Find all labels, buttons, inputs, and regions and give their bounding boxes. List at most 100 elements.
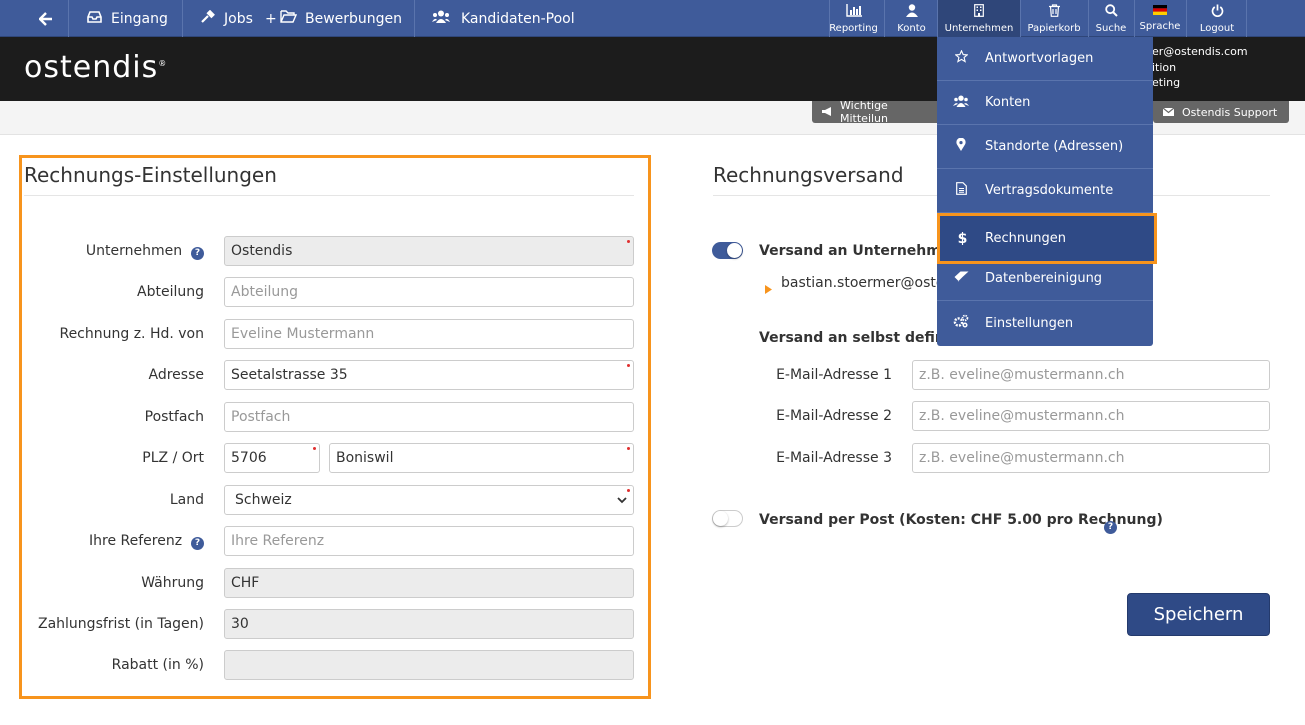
nav-logout[interactable]: Logout — [1193, 0, 1241, 37]
user-icon — [905, 3, 918, 20]
menu-item-label: Vertragsdokumente — [985, 183, 1114, 198]
unternehmen-field[interactable]: Ostendis — [224, 236, 634, 266]
help-icon[interactable]: ? — [1104, 514, 1117, 534]
plz-field[interactable]: 5706 — [224, 443, 320, 473]
search-icon — [1104, 3, 1118, 20]
folder-icon — [280, 10, 298, 27]
ihre-referenz-field[interactable]: Ihre Referenz — [224, 526, 634, 556]
plz-ort-label: PLZ / Ort — [142, 450, 204, 466]
user-info: er@ostendis.com ition eting — [1152, 44, 1248, 91]
required-marker — [627, 364, 630, 367]
nav-kandidaten-pool-label: Kandidaten-Pool — [461, 10, 575, 27]
menu-item-antwortvorlagen[interactable]: Antwortvorlagen — [937, 37, 1153, 81]
abteilung-field[interactable]: Abteilung — [224, 277, 634, 307]
menu-item-label: Konten — [985, 95, 1031, 110]
adresse-field[interactable]: Seetalstrasse 35 — [224, 360, 634, 390]
menu-item-label: Antwortvorlagen — [985, 51, 1094, 66]
ort-field[interactable]: Boniswil — [329, 443, 634, 473]
ostendis-support-button[interactable]: Ostendis Support — [1153, 101, 1289, 123]
nav-papierkorb[interactable]: Papierkorb — [1025, 0, 1083, 37]
eraser-icon — [937, 271, 985, 286]
gavel-icon — [200, 9, 215, 28]
nav-jobs[interactable]: Jobs — [200, 0, 253, 37]
menu-item-einstellungen[interactable]: Einstellungen — [937, 301, 1153, 345]
nav-plus: + — [265, 10, 277, 27]
speichern-button[interactable]: Speichern — [1127, 593, 1270, 636]
user-position: ition — [1152, 60, 1177, 74]
nav-konto[interactable]: Konto — [888, 0, 935, 37]
versand-post-toggle[interactable] — [712, 510, 743, 527]
nav-bewerbungen-label: Bewerbungen — [305, 10, 403, 27]
rechnung-zhd-field[interactable]: Eveline Mustermann — [224, 319, 634, 349]
wichtige-mitteilung-button[interactable]: Wichtige Mitteilun — [812, 99, 942, 125]
menu-item-label: Standorte (Adressen) — [985, 139, 1124, 154]
versand-unternehmen-toggle[interactable] — [712, 242, 743, 259]
wichtige-mitteilung-label: Wichtige Mitteilun — [840, 99, 888, 125]
nav-suche-label: Suche — [1095, 22, 1127, 34]
menu-item-vertragsdokumente[interactable]: Vertragsdokumente — [937, 169, 1153, 213]
gears-icon — [937, 314, 985, 332]
zahlungsfrist-field[interactable]: 30 — [224, 609, 634, 639]
nav-reporting-label: Reporting — [829, 22, 878, 34]
required-marker — [627, 489, 630, 492]
german-flag-icon — [1153, 5, 1167, 18]
nav-kandidaten-pool[interactable]: Kandidaten-Pool — [432, 0, 575, 37]
megaphone-icon — [822, 106, 833, 119]
abteilung-label: Abteilung — [137, 284, 204, 300]
users-icon — [937, 95, 985, 111]
adresse-label: Adresse — [148, 367, 204, 383]
user-email: er@ostendis.com — [1152, 45, 1248, 58]
email2-label: E-Mail-Adresse 2 — [776, 408, 892, 424]
bar-chart-icon — [845, 3, 862, 20]
nav-reporting[interactable]: Reporting — [829, 0, 878, 37]
email2-field[interactable]: z.B. eveline@mustermann.ch — [912, 401, 1270, 431]
chevron-down-icon — [617, 494, 627, 507]
nav-eingang-label: Eingang — [111, 10, 168, 27]
zahlungsfrist-label: Zahlungsfrist (in Tagen) — [38, 616, 204, 632]
menu-item-label: Einstellungen — [985, 315, 1074, 331]
menu-item-standorte[interactable]: Standorte (Adressen) — [937, 125, 1153, 169]
nav-bewerbungen[interactable]: Bewerbungen — [280, 0, 402, 37]
nav-sprache[interactable]: Sprache — [1135, 0, 1185, 37]
nav-papierkorb-label: Papierkorb — [1027, 22, 1081, 34]
land-select-value: Schweiz — [235, 492, 292, 508]
postfach-field[interactable]: Postfach — [224, 402, 634, 432]
menu-item-label: Rechnungen — [985, 231, 1067, 246]
nav-eingang[interactable]: Eingang — [87, 0, 168, 37]
power-icon — [1211, 4, 1224, 20]
envelope-icon — [1162, 106, 1175, 119]
help-icon[interactable]: ? — [191, 537, 204, 550]
nav-logout-label: Logout — [1199, 22, 1235, 34]
nav-suche[interactable]: Suche — [1089, 0, 1133, 37]
menu-item-datenbereinigung[interactable]: Datenbereinigung — [937, 257, 1153, 301]
rabatt-label: Rabatt (in %) — [111, 657, 204, 673]
back-arrow-icon[interactable] — [36, 0, 56, 37]
email3-field[interactable]: z.B. eveline@mustermann.ch — [912, 443, 1270, 473]
email1-field[interactable]: z.B. eveline@mustermann.ch — [912, 360, 1270, 390]
document-icon — [937, 182, 985, 199]
nav-sprache-label: Sprache — [1139, 21, 1181, 32]
versand-post-label: Versand per Post (Kosten: CHF 5.00 pro R… — [759, 512, 1163, 528]
users-icon — [432, 10, 450, 27]
unternehmen-label: Unternehmen ? — [4, 243, 204, 260]
building-icon — [974, 3, 984, 20]
dollar-icon: $ — [957, 230, 968, 247]
star-icon — [937, 49, 985, 67]
ostendis-logo[interactable]: ostendis® — [24, 50, 167, 85]
required-marker — [627, 447, 630, 450]
divider — [24, 195, 634, 196]
required-marker — [627, 240, 630, 243]
ostendis-support-label: Ostendis Support — [1182, 105, 1278, 119]
nav-jobs-label: Jobs — [224, 10, 253, 27]
land-select[interactable]: Schweiz — [224, 485, 634, 515]
email3-label: E-Mail-Adresse 3 — [776, 450, 892, 466]
menu-item-konten[interactable]: Konten — [937, 81, 1153, 125]
help-icon[interactable]: ? — [191, 247, 204, 260]
rechnung-zhd-label: Rechnung z. Hd. von — [59, 326, 204, 342]
nav-unternehmen-label: Unternehmen — [944, 22, 1014, 34]
rabatt-field[interactable] — [224, 650, 634, 680]
land-label: Land — [169, 492, 204, 508]
waehrung-field[interactable]: CHF — [224, 568, 634, 598]
email1-label: E-Mail-Adresse 1 — [776, 367, 892, 383]
nav-unternehmen[interactable]: Unternehmen — [938, 0, 1020, 37]
